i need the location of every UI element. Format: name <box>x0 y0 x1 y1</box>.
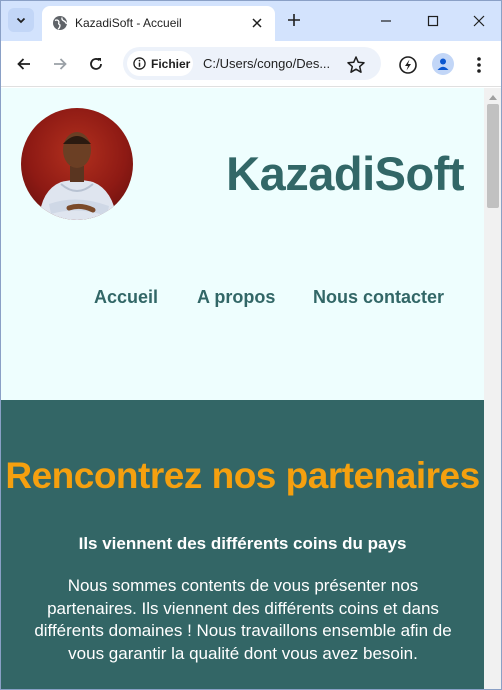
caret-up-icon <box>489 95 497 100</box>
site-info-chip[interactable]: Fichier <box>127 51 193 76</box>
nav-link-accueil[interactable]: Accueil <box>94 287 158 308</box>
partners-heading: Rencontrez nos partenaires <box>5 455 480 496</box>
reload-button[interactable] <box>84 52 108 76</box>
main-nav: Accueil A propos Nous contacter <box>1 287 484 311</box>
person-illustration <box>39 132 117 220</box>
site-brand[interactable]: KazadiSoft <box>226 146 464 201</box>
partners-subheading: Ils viennent des différents coins du pay… <box>78 534 407 553</box>
minimize-icon <box>381 20 391 22</box>
url-text[interactable]: C:/Users/congo/Des... <box>203 56 330 71</box>
tab-title: KazadiSoft - Accueil <box>75 16 182 30</box>
browser-window: KazadiSoft - Accueil Fichier C:/Users/co… <box>0 0 502 690</box>
page-viewport: KazadiSoft Accueil A propos Nous contact… <box>1 88 484 689</box>
close-icon <box>252 18 262 28</box>
more-vert-icon[interactable] <box>471 54 487 76</box>
site-header: KazadiSoft Accueil A propos Nous contact… <box>1 88 484 400</box>
reload-icon <box>90 58 102 70</box>
nav-link-a-propos[interactable]: A propos <box>197 287 275 308</box>
back-button[interactable] <box>12 52 36 76</box>
partners-paragraph: Nous sommes contents de vous présenter n… <box>34 576 452 663</box>
minimize-button[interactable] <box>372 9 400 33</box>
chevron-down-icon <box>16 17 26 24</box>
window-close-button[interactable] <box>465 9 493 33</box>
globe-icon <box>53 16 68 30</box>
close-icon <box>473 15 485 27</box>
plus-icon <box>288 14 300 26</box>
forward-arrow-icon <box>54 58 67 70</box>
forward-button[interactable] <box>48 52 72 76</box>
scroll-up-button[interactable] <box>484 90 501 104</box>
back-arrow-icon <box>17 58 30 70</box>
partners-section: Rencontrez nos partenaires Ils viennent … <box>1 400 484 689</box>
site-info-label: Fichier <box>151 57 191 71</box>
extension-icon[interactable] <box>397 54 419 76</box>
nav-link-nous-contacter[interactable]: Nous contacter <box>313 287 444 308</box>
info-icon <box>133 57 146 70</box>
new-tab-button[interactable] <box>284 10 304 30</box>
star-icon[interactable] <box>346 55 366 75</box>
tab-close-button[interactable] <box>248 14 266 32</box>
address-bar[interactable]: Fichier C:/Users/congo/Des... <box>123 47 381 80</box>
page-scrollbar[interactable] <box>484 88 501 689</box>
tab-bar: KazadiSoft - Accueil <box>1 1 501 41</box>
maximize-icon <box>427 15 439 27</box>
browser-toolbar: Fichier C:/Users/congo/Des... <box>1 41 501 87</box>
profile-button[interactable] <box>432 53 454 75</box>
profile-icon <box>437 58 449 70</box>
profile-photo <box>21 108 133 220</box>
browser-tab[interactable]: KazadiSoft - Accueil <box>42 6 275 41</box>
maximize-button[interactable] <box>419 9 447 33</box>
tab-search-button[interactable] <box>8 8 34 32</box>
scrollbar-thumb[interactable] <box>487 104 499 208</box>
